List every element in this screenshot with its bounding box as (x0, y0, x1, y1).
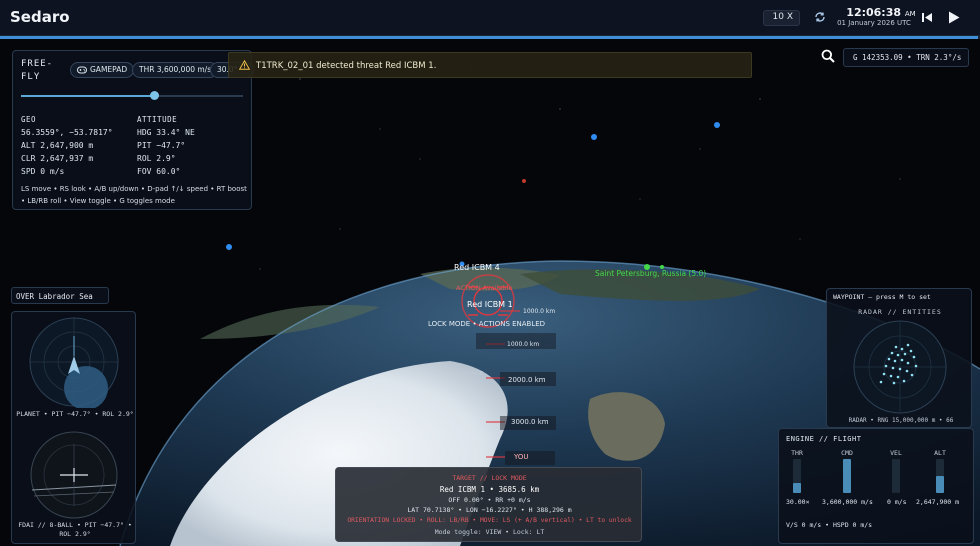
target-latlon: LAT 70.7138° • LON −16.2227° • H 388,296… (407, 506, 572, 514)
geo-spd: SPD 0 m/s (21, 167, 65, 176)
clock-time: 12:06:38 AM (836, 6, 926, 19)
controls-help: LS move • RS look • A/B up/down • D-pad … (21, 185, 247, 205)
cmd-label: CMD (841, 449, 853, 457)
threat-alert-banner[interactable]: T1TRK_02_01 detected threat Red ICBM 1. (228, 52, 752, 78)
entity-marker[interactable] (714, 122, 720, 128)
location-label: OVER Labrador Sea (11, 287, 109, 304)
cmd-gauge (843, 459, 851, 493)
action-available-label: ACTION Available (456, 284, 513, 292)
clock-time-value: 12:06:38 (846, 6, 902, 19)
target-entity-label[interactable]: Red ICBM 1 (467, 300, 513, 309)
range-label: RANGE (464, 371, 484, 377)
geo-clr: CLR 2,647,937 m (21, 154, 94, 163)
thr-gauge (793, 459, 801, 493)
att-pit: PIT −47.7° (137, 141, 186, 150)
alt-label: ALT (934, 449, 946, 457)
thr-gauge-fill (793, 482, 801, 493)
free-fly-panel: FREE-FLY GAMEPAD THR 3,600,000 m/s 30.0°… (12, 50, 254, 210)
app-title: Sedaro (10, 8, 70, 26)
planet-indicator (29, 317, 119, 408)
target-lock-panel: TARGET // LOCK MODE Red ICBM 1 • 3685.6 … (335, 467, 642, 542)
you-marker-label: YOU (514, 453, 529, 461)
gamepad-chip[interactable]: GAMEPAD (70, 62, 135, 78)
att-hdg: HDG 33.4° NE (137, 128, 195, 137)
entity-marker[interactable] (226, 244, 232, 250)
att-fov: FOV 60.0° (137, 167, 181, 176)
vel-gauge (892, 459, 900, 493)
lock-mode-label: LOCK MODE • ACTIONS ENABLED (428, 320, 546, 328)
cmd-value: 3,600,000 m/s (822, 498, 873, 506)
geo-heading: GEO (21, 115, 37, 124)
entity-label[interactable]: Red ICBM 4 (454, 263, 500, 272)
radar-scope[interactable] (850, 319, 950, 415)
sync-icon[interactable] (814, 11, 826, 23)
planet-label: PLANET • PIT −47.7° • ROL 2.9° (16, 410, 134, 418)
attitude-heading: ATTITUDE (137, 115, 178, 124)
geo-latlon: 56.3559°, −53.7817° (21, 128, 113, 137)
orientation-locked-hint: ORIENTATION LOCKED • ROLL: LB/RB • MOVE:… (347, 517, 632, 524)
planet-disc (64, 366, 108, 408)
radar-range: RADAR • RNG 15,000,000 m • 66 (848, 417, 954, 424)
target-name: Red ICBM 1 • 3685.6 km (439, 485, 540, 494)
play-icon[interactable] (948, 11, 960, 24)
alt-gauge-fill (936, 476, 944, 493)
entity-marker[interactable] (591, 134, 597, 140)
clock-ampm: AM (904, 10, 916, 18)
vertical-speed: V/S 0 m/s • HSPD 0 m/s (786, 521, 873, 529)
clock-date: 01 January 2026 UTC (837, 19, 911, 27)
vel-label: VEL (890, 449, 902, 457)
free-fly-title: FREE-FLY (21, 59, 54, 82)
ground-station-label[interactable]: Saint Petersburg, Russia (5.0) (595, 269, 706, 278)
range-ladder-label: 2000.0 km (508, 376, 546, 384)
gamepad-label: GAMEPAD (90, 65, 128, 74)
entity-marker[interactable] (522, 179, 526, 183)
cmd-gauge-fill (843, 459, 851, 493)
fdai-label: FDAI // 8-BALL • PIT −47.7° • ROL 2.9° (18, 521, 132, 538)
target-offset: OFF 0.00° • RR +0 m/s (448, 496, 531, 504)
skip-to-start-icon[interactable] (921, 12, 933, 23)
g-force-readout: G 142353.09 • TRN 2.3°/s (843, 48, 969, 67)
fdai-8-ball (30, 431, 118, 519)
speed-slider-fill (21, 95, 155, 97)
target-title: TARGET // LOCK MODE (452, 474, 527, 482)
radar-panel: WAYPOINT — press M to set RADAR // ENTIT… (826, 288, 972, 428)
engine-title: ENGINE // FLIGHT (786, 435, 862, 443)
mode-toggle-hint: Mode toggle: VIEW • Lock: LT (434, 528, 545, 536)
engine-panel: ENGINE // FLIGHT THR CMD VEL ALT 30.00× … (778, 428, 974, 544)
search-icon[interactable] (821, 49, 835, 63)
top-bar: Sedaro 10 X 12:06:38 AM 01 January 2026 … (0, 0, 980, 36)
range-ladder-label: 3000.0 km (511, 418, 549, 426)
alt-gauge (936, 459, 944, 493)
range-ladder-label: 1000.0 km (507, 341, 540, 348)
speed-slider-knob[interactable] (150, 91, 160, 100)
warning-icon (239, 60, 250, 70)
throttle-chip[interactable]: THR 3,600,000 m/s (132, 62, 219, 78)
vel-value: 0 m/s (887, 498, 907, 506)
alt-value: 2,647,900 m (916, 498, 960, 506)
geo-alt: ALT 2,647,900 m (21, 141, 94, 150)
instruments-panel: PLANET • PIT −47.7° • ROL 2.9° FDAI // 8… (11, 311, 136, 544)
thr-label: THR (791, 449, 803, 457)
gamepad-icon (77, 66, 87, 74)
time-multiplier-input[interactable]: 10 X (763, 10, 800, 26)
radar-title: RADAR // ENTITIES (858, 308, 942, 316)
thr-value: 30.00× (786, 498, 810, 506)
att-rol: ROL 2.9° (137, 154, 176, 163)
alert-text: T1TRK_02_01 detected threat Red ICBM 1. (256, 61, 437, 71)
waypoint-hint: WAYPOINT — press M to set (833, 293, 931, 301)
ladder-top-label: 1000.0 km (523, 308, 556, 315)
